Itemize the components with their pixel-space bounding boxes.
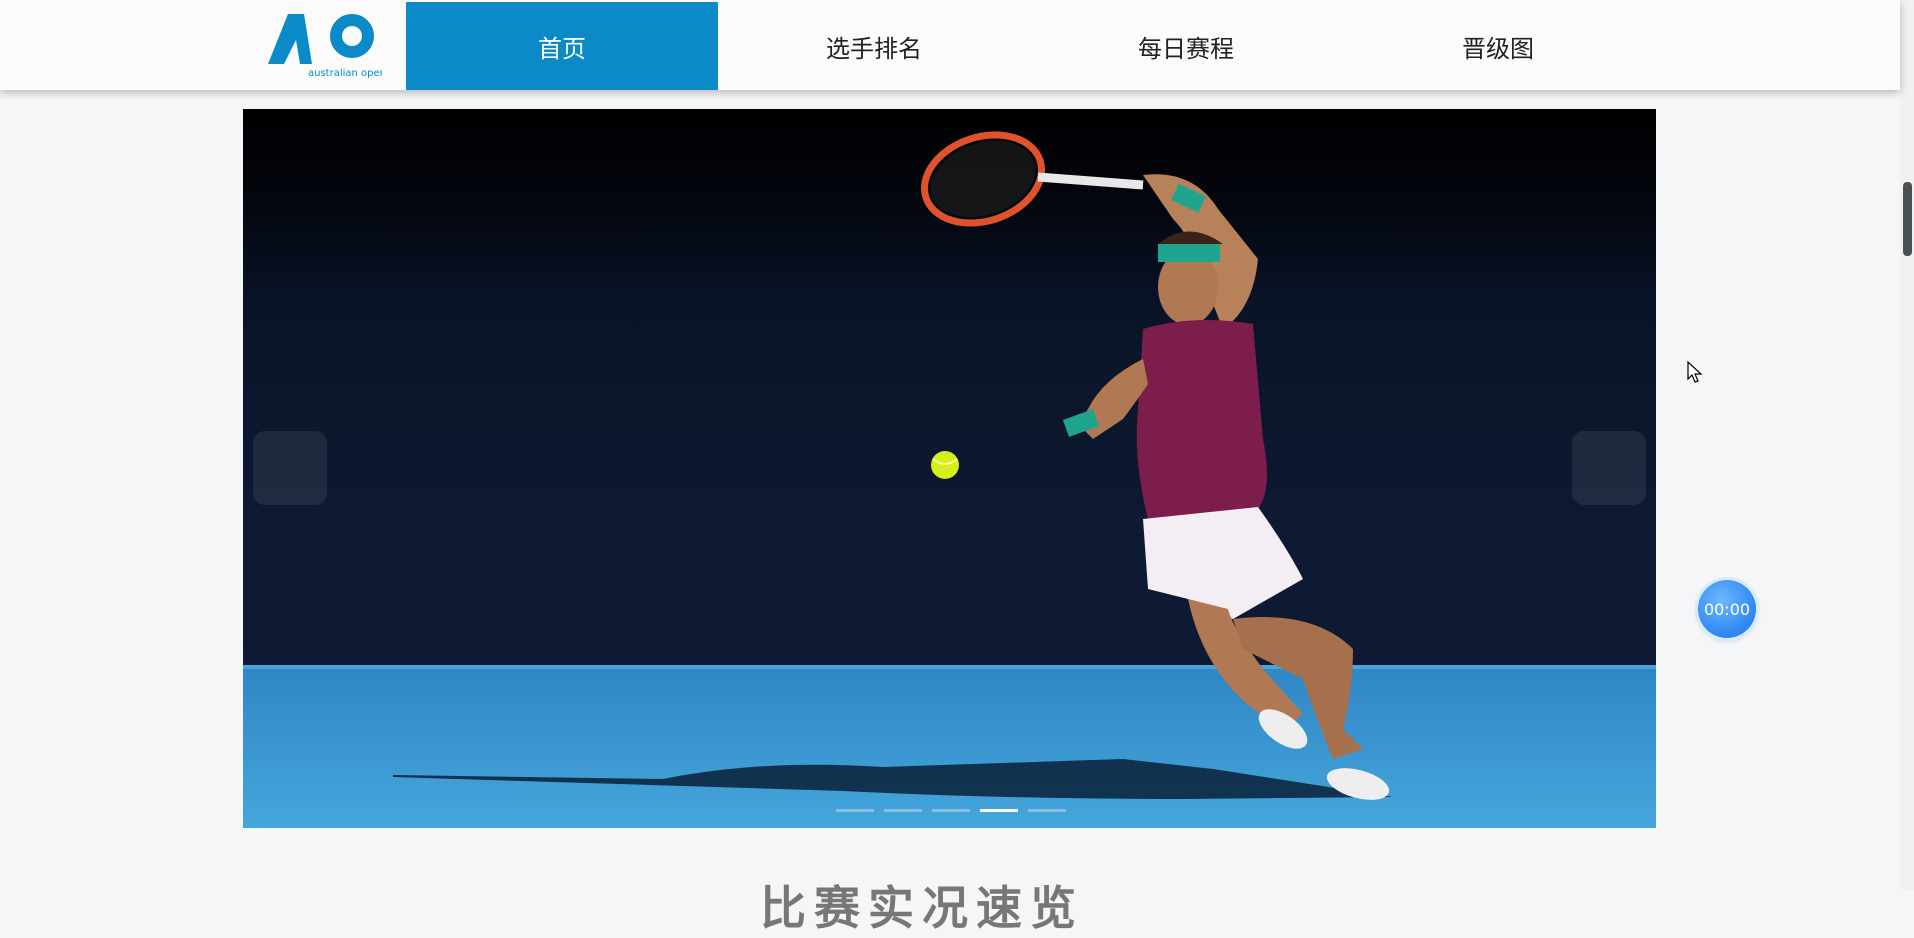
- carousel-dot-active[interactable]: [980, 809, 1018, 812]
- hero-carousel: [243, 109, 1656, 828]
- logo-subtitle: australian open: [308, 68, 382, 79]
- carousel-indicators: [836, 809, 1066, 812]
- nav-daily-schedule[interactable]: 每日赛程: [1030, 2, 1342, 90]
- timer-button[interactable]: 00:00: [1698, 580, 1756, 638]
- nav-player-ranking[interactable]: 选手排名: [718, 2, 1030, 90]
- hero-slide-image: [243, 109, 1656, 828]
- carousel-dot[interactable]: [1028, 809, 1066, 812]
- section-title: 比赛实况速览: [760, 881, 1084, 935]
- scrollbar-thumb[interactable]: [1903, 182, 1912, 256]
- site-header: australian open 首页 选手排名 每日赛程 晋级图: [0, 0, 1900, 90]
- nav-home[interactable]: 首页: [406, 2, 718, 90]
- nav-bracket[interactable]: 晋级图: [1342, 2, 1654, 90]
- mouse-cursor-icon: [1687, 360, 1703, 383]
- page-scrollbar[interactable]: [1900, 0, 1914, 890]
- australian-open-logo[interactable]: australian open: [268, 10, 382, 80]
- main-nav: 首页 选手排名 每日赛程 晋级图: [406, 2, 1654, 90]
- carousel-next-button[interactable]: [1572, 431, 1646, 505]
- carousel-dot[interactable]: [836, 809, 874, 812]
- carousel-dot[interactable]: [884, 809, 922, 812]
- carousel-dot[interactable]: [932, 809, 970, 812]
- carousel-prev-button[interactable]: [253, 431, 327, 505]
